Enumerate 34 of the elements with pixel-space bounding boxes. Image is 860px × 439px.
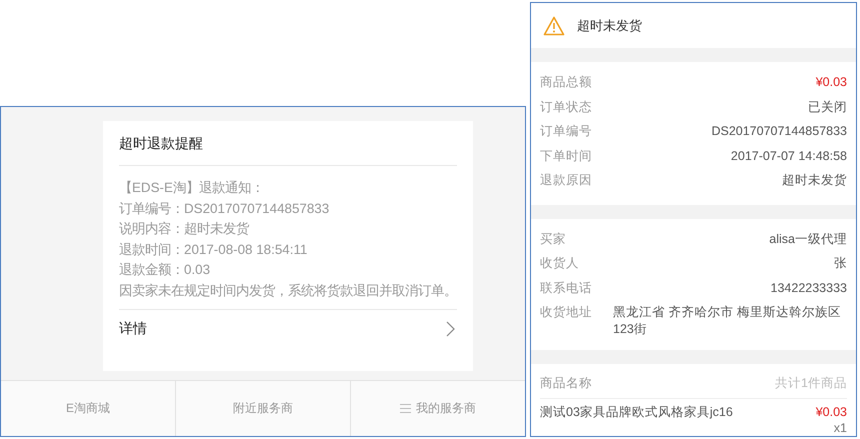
item-count: 共计1件商品	[775, 375, 847, 392]
product-price: ¥0.03	[816, 404, 847, 420]
message-line: 【EDS-E淘】退款通知：	[119, 179, 265, 197]
field-label: 订单状态	[540, 98, 592, 116]
warning-icon	[543, 16, 565, 36]
field-value: 已关闭	[808, 98, 847, 116]
message-line: 退款时间：2017-08-08 18:54:11	[119, 240, 308, 258]
message-line: 因卖家未在规定时间内发货，系统将货款退回并取消订单。	[119, 282, 457, 300]
message-line: 订单编号：DS20170707144857833	[119, 200, 330, 218]
field-label: 收货地址	[540, 304, 592, 322]
details-link[interactable]: 详情	[119, 310, 457, 338]
message-title: 超时退款提醒	[119, 121, 457, 166]
chevron-right-icon	[445, 321, 455, 337]
field-value: alisa一级代理	[769, 230, 847, 248]
field-value: 超时未发货	[782, 172, 847, 190]
field-label: 商品总额	[540, 74, 592, 92]
field-value: 张	[834, 255, 847, 272]
product-quantity: x1	[834, 420, 847, 436]
field-label: 买家	[540, 230, 566, 248]
status-title: 超时未发货	[577, 16, 642, 35]
field-value: 2017-07-07 14:48:58	[730, 148, 847, 165]
field-label: 收货人	[540, 255, 579, 272]
field-label: 退款原因	[540, 172, 592, 190]
field-label: 联系电话	[540, 280, 592, 297]
field-value: ¥0.03	[816, 74, 847, 92]
field-value: 13422233333	[770, 280, 847, 297]
product-name: 测试03家具品牌欧式风格家具jc16	[540, 404, 733, 422]
message-line: 说明内容：超时未发货	[119, 220, 250, 238]
field-value: DS20170707144857833	[711, 123, 847, 140]
column-label: 商品名称	[540, 375, 592, 392]
field-value: 黑龙江省 齐齐哈尔市 梅里斯达斡尔族区123街	[613, 304, 841, 338]
field-label: 下单时间	[540, 148, 592, 165]
message-line: 退款金额：0.03	[119, 261, 212, 279]
field-label: 订单编号	[540, 123, 592, 140]
